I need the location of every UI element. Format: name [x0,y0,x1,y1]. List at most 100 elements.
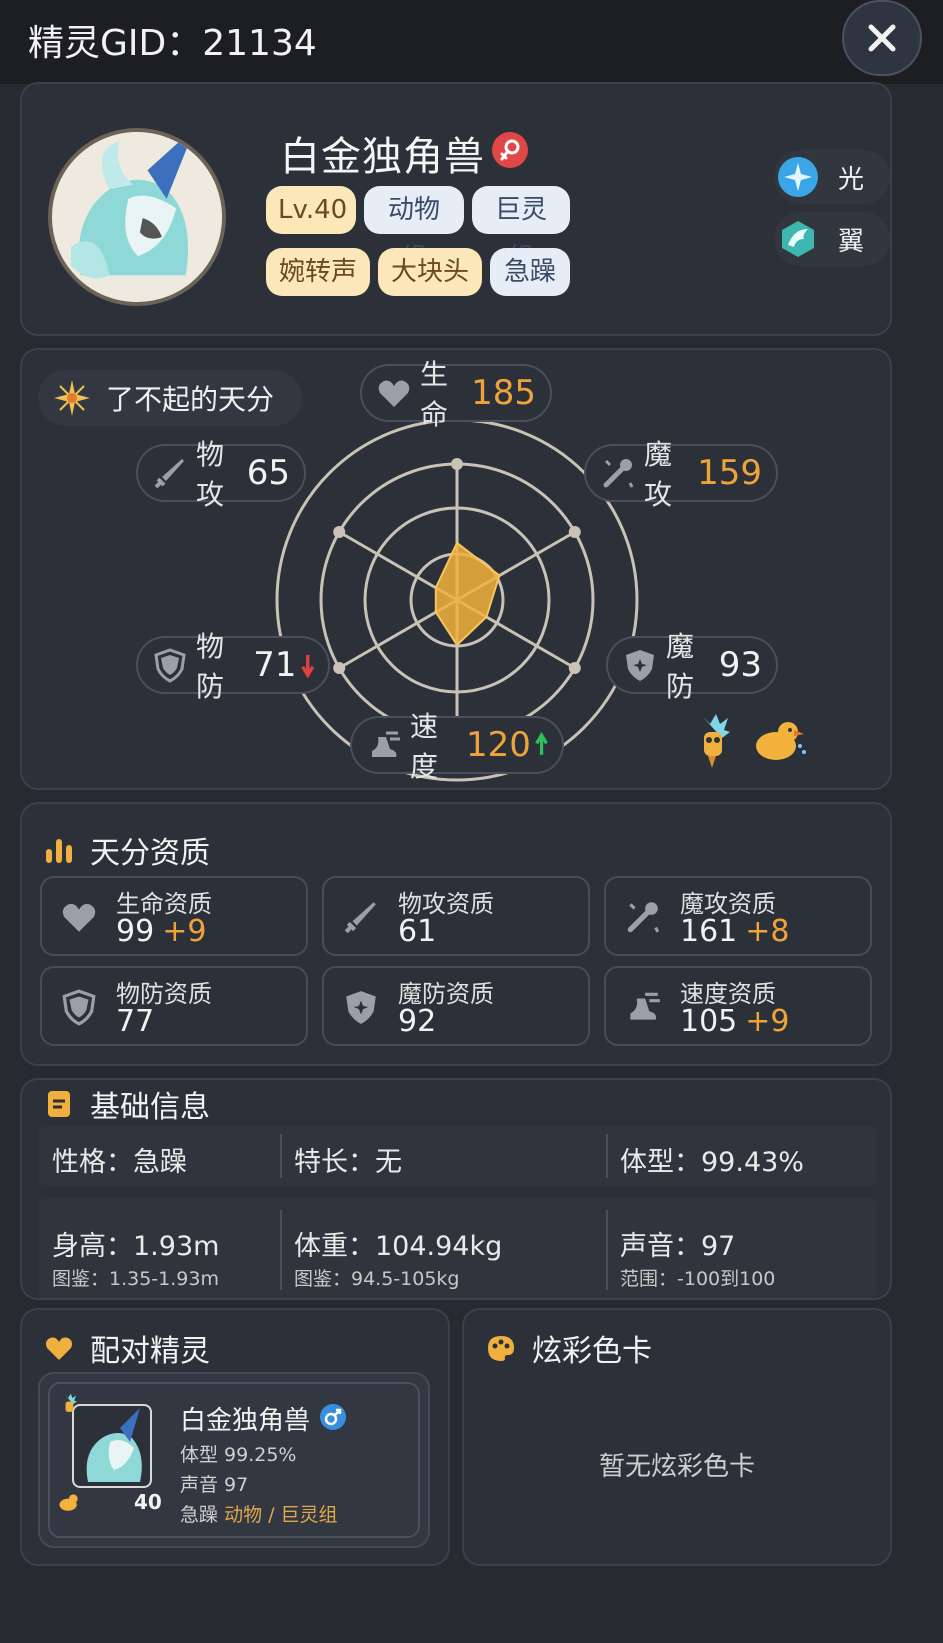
pair-card: 配对精灵 40 白金独角兽 体型 99.25% 声音 97 急躁 动物 / 巨灵… [20,1308,450,1566]
stat-def-label: 物防 [196,630,225,703]
stat-def: 物防 71 [136,630,330,703]
aptitude-card: 天分资质 生命资质 99 +9 物攻资质 61 魔攻资质 161 +8 物防资质 7… [20,802,892,1066]
aptitude-mdef-value: 92 [398,1004,437,1039]
radar-axis-dot-mdef [568,662,581,674]
magic-shield-icon [626,650,654,681]
tag-group-animal: 动物组 [364,186,464,273]
magic-wand-icon [603,459,634,488]
heart-icon [62,903,96,932]
element-light-label: 光 [838,164,865,195]
top-bar: 精灵GID：21134 [0,0,943,84]
info-weight: 体重：104.94kg [294,1231,503,1262]
element-wing-label: 翼 [838,226,865,257]
stat-atk: 物攻 65 [136,438,306,511]
stat-atk-value: 65 [246,453,290,493]
divider [280,1134,282,1178]
radar-axis-dot-matk [568,526,581,538]
stats-radar-card: 了不起的天分 生命 185 物攻 65 魔攻 159 物防 71 魔防 93 速… [20,348,892,790]
color-card-title: 炫彩色卡 [486,1326,652,1370]
radar-axis-dot-def [333,662,346,674]
info-nature: 性格：急躁 [52,1147,187,1178]
info-height-range: 图鉴：1.35-1.93m [52,1268,219,1290]
gender-male-icon [320,1404,346,1430]
aptitude-atk-value-row: 61 [398,914,444,949]
tag-group-giant: 巨灵组 [472,186,570,273]
aptitude-hp: 生命资质 99 +9 [40,876,308,956]
stat-matk-label: 魔攻 [644,438,673,511]
aptitude-mdef-value-row: 92 [398,1004,444,1039]
tag-level: Lv.40 [266,186,356,234]
stat-decrease-arrow-icon [300,654,314,679]
divider [606,1210,608,1290]
stat-atk-label: 物攻 [196,438,225,511]
aptitude-spd: 速度资质 105 +9 [604,966,872,1046]
close-button[interactable] [842,0,922,76]
aptitude-def: 物防资质 77 [40,966,308,1046]
pair-pet-name: 白金独角兽 [180,1406,311,1436]
talent-label: 了不起的天分 [106,383,275,416]
aptitude-spd-value-row: 105 +9 [680,1004,790,1039]
aptitude-atk: 物攻资质 61 [322,876,590,956]
stat-spd: 速度 120 [350,710,564,783]
pet-header-card: 白金独角兽 Lv.40 动物组 巨灵组 婉转声 大块头 急躁 光 翼 [20,82,892,336]
shield-icon [154,648,186,683]
element-light: 光 [774,150,890,204]
boot-speed-icon [372,731,400,757]
aptitude-hp-value: 99 [116,914,155,949]
aptitude-matk-value-row: 161 +8 [680,914,790,949]
stat-mdef-label: 魔防 [666,630,695,703]
stat-hp-value: 185 [471,373,536,413]
info-specialty: 特长：无 [294,1147,402,1178]
stat-hp: 生命 185 [360,358,552,431]
aptitude-hp-bonus: +9 [162,914,207,949]
gid-label: 精灵GID：21134 [28,23,317,64]
aptitude-matk-value: 161 [680,914,738,949]
pet-mini-icon-2 [756,722,806,760]
pair-pet-frame: 40 白金独角兽 体型 99.25% 声音 97 急躁 动物 / 巨灵组 [48,1382,420,1538]
sword-icon [344,902,376,934]
boot-speed-icon [630,992,660,1020]
aptitude-spd-bonus: +9 [745,1004,790,1039]
tag-nature: 急躁 [490,248,570,296]
radar-stat-polygon [434,541,501,647]
divider [280,1210,282,1290]
document-icon [48,1091,70,1117]
aptitude-spd-value: 105 [680,1004,738,1039]
pair-pet-card[interactable]: 40 白金独角兽 体型 99.25% 声音 97 急躁 动物 / 巨灵组 [38,1372,430,1548]
basic-info-title: 基础信息 [44,1082,210,1126]
close-icon [868,24,896,52]
sparkle-icon [54,380,90,416]
pair-pet-traits: 急躁 动物 / 巨灵组 [180,1500,338,1527]
aptitude-atk-value: 61 [398,914,437,949]
shield-icon [62,989,96,1026]
aptitude-def-value: 77 [116,1004,155,1039]
pair-pet-size: 体型 99.25% [180,1444,297,1466]
talent-badge: 了不起的天分 [38,370,302,426]
stat-spd-label: 速度 [410,710,439,783]
pair-level: 40 [134,1490,162,1514]
magic-shield-icon [346,991,376,1024]
element-wing: 翼 [774,212,890,266]
sword-icon [154,459,184,489]
stat-matk: 魔攻 159 [584,438,778,511]
stat-mdef-value: 93 [718,645,762,685]
pair-mini-pet-icon-2 [59,1494,78,1511]
stat-increase-arrow-icon [535,731,548,755]
basic-info-card: 基础信息 性格：急躁 特长：无 体型：99.43% 身高：1.93m 图鉴：1.… [20,1078,892,1300]
aptitude-def-value-row: 77 [116,1004,162,1039]
stat-matk-value: 159 [697,453,762,493]
palette-icon [488,1336,514,1361]
color-card-title-text: 炫彩色卡 [532,1334,652,1369]
wing-element-icon [782,221,814,257]
pair-pet-avatar [72,1404,152,1488]
pair-pet-nature: 急躁 [180,1504,219,1526]
stat-mdef: 魔防 93 [606,630,778,703]
pair-pet-groups: 动物 / 巨灵组 [224,1504,338,1526]
info-height: 身高：1.93m [52,1231,220,1262]
info-size: 体型：99.43% [620,1147,804,1178]
info-voice: 声音：97 [620,1231,736,1262]
bar-chart-icon [46,839,72,863]
stat-def-value: 71 [253,645,297,685]
aptitude-matk: 魔攻资质 161 +8 [604,876,872,956]
tag-voice-trait: 婉转声 [266,248,370,296]
